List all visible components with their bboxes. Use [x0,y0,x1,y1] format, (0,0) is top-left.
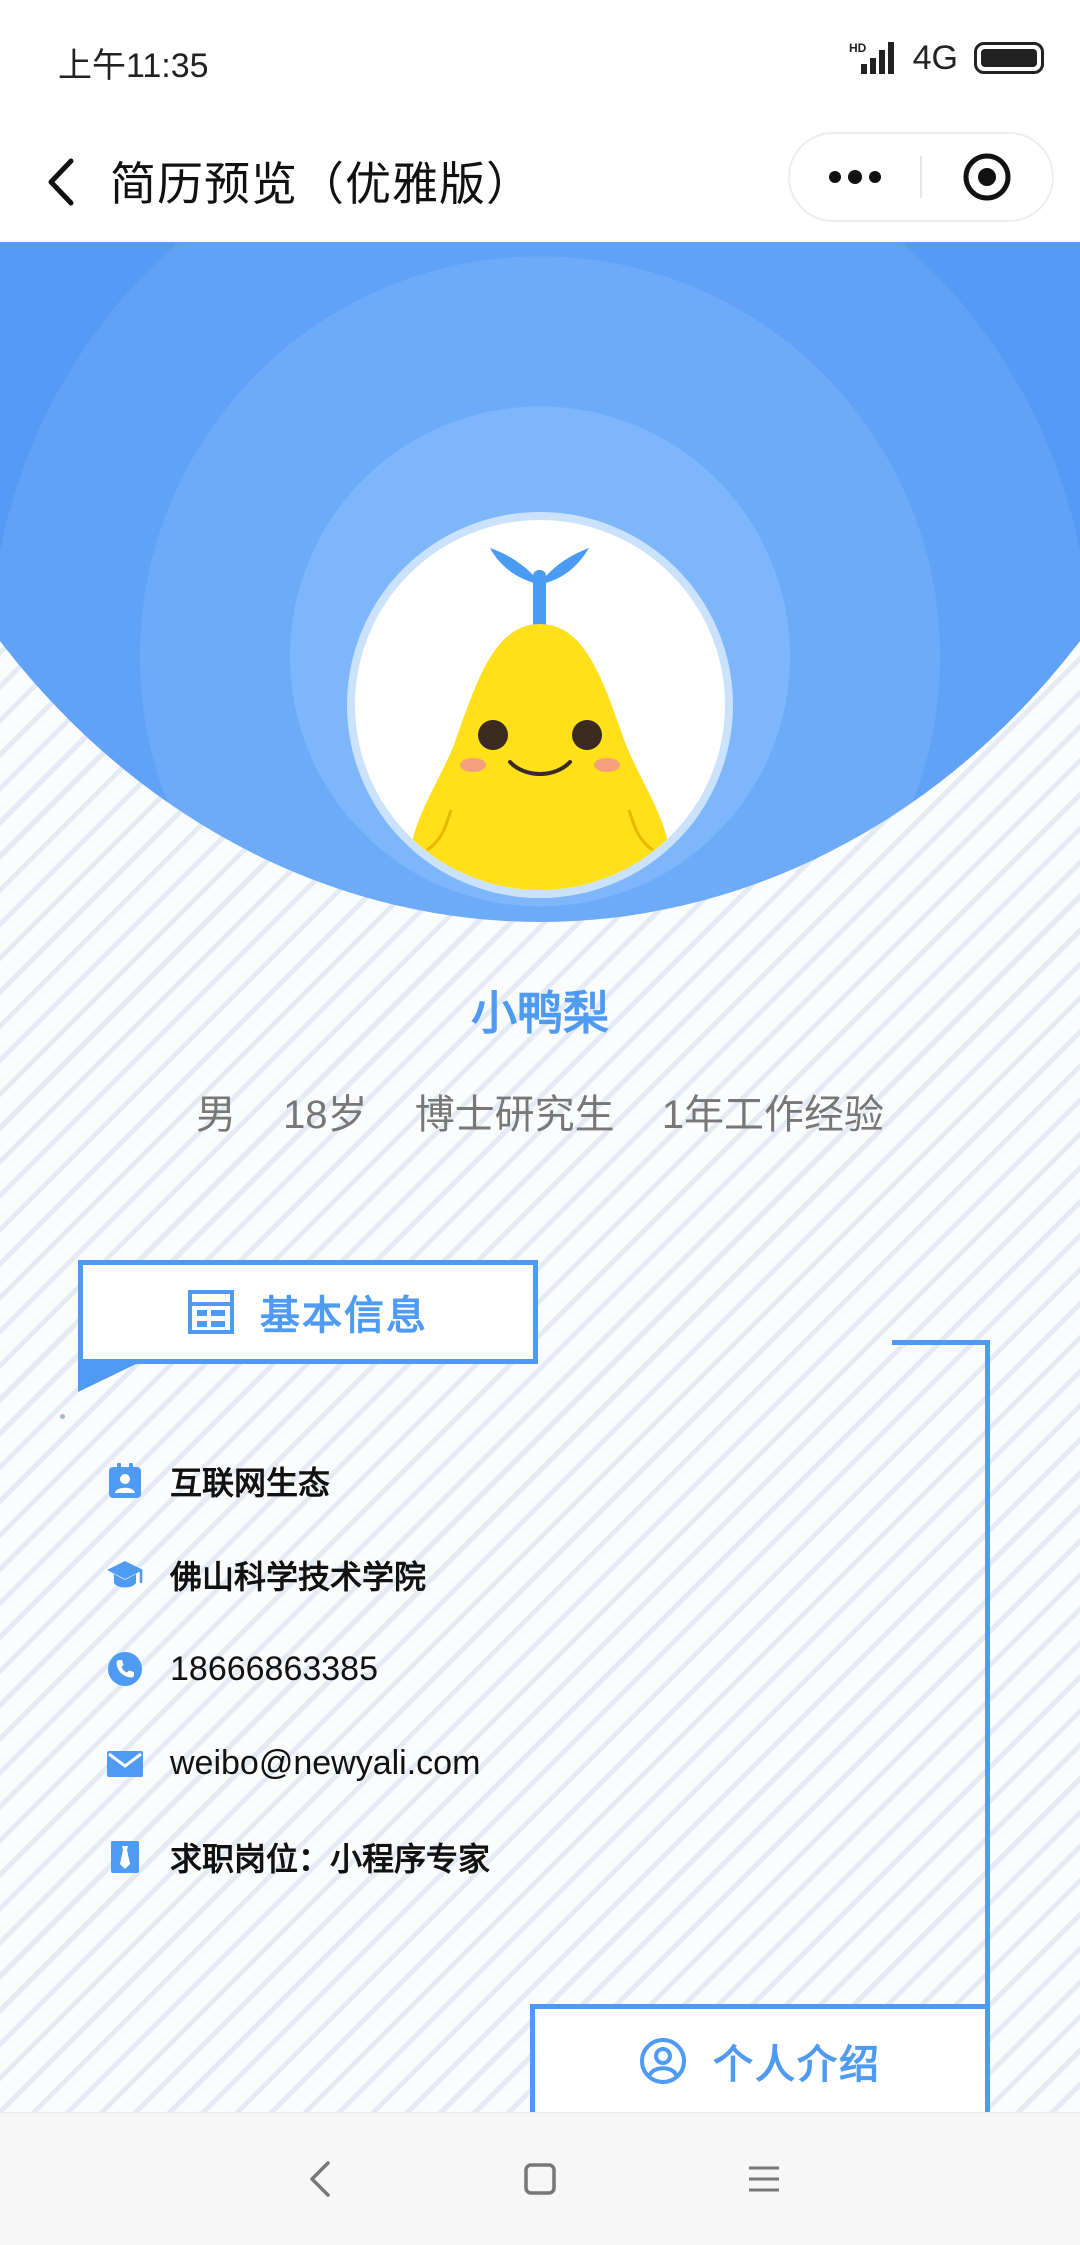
table-icon [188,1290,234,1334]
basic-info-title: 基本信息 [260,1294,428,1338]
info-phone[interactable]: 18666863385 [106,1622,490,1716]
school-text: 佛山科学技术学院 [170,1559,427,1595]
user-circle-icon [640,2037,686,2084]
mail-icon [106,1744,144,1782]
industry-text: 互联网生态 [170,1465,331,1501]
phone-text: 18666863385 [170,1649,379,1688]
system-nav-bar [0,2112,1080,2245]
tie-icon [106,1838,144,1876]
profile-name: 小鸭梨 [471,987,609,1039]
section-bracket-line [892,1340,990,2006]
battery-icon [974,42,1044,74]
info-school: 佛山科学技术学院 [106,1528,490,1622]
basic-info-header: 基本信息 [78,1260,538,1364]
chevron-left-icon [48,158,74,206]
page-title: 简历预览（优雅版） [110,158,533,210]
system-home-button[interactable] [510,2149,570,2209]
svg-text:HD: HD [849,41,867,55]
section-tab-tail [78,1364,136,1392]
resume-content[interactable]: 小鸭梨 男 18岁 博士研究生 1年工作经验 基本信息 互联网生态 佛山科学技术… [0,242,1080,2112]
status-bar: 上午11:35 HD 4G [0,0,1080,118]
position-text: 求职岗位：小程序专家 [170,1841,491,1877]
network-type: 4G [912,38,958,77]
back-triangle-icon [310,2161,330,2197]
signal-icon: HD [849,41,894,74]
age: 18岁 [283,1093,368,1137]
target-close-icon [963,153,1011,201]
work-experience: 1年工作经验 [661,1093,885,1137]
personal-intro-header: 个人介绍 [530,2004,990,2112]
decorative-dot [60,1414,65,1419]
gender: 男 [195,1093,236,1137]
basic-info-list: 互联网生态 佛山科学技术学院 18666863385 weibo@newyali… [106,1434,490,1904]
system-menu-button[interactable] [734,2149,794,2209]
more-dots-icon [829,170,881,184]
phone-icon [106,1650,144,1688]
system-back-button[interactable] [290,2149,350,2209]
email-text: weibo@newyali.com [170,1743,481,1782]
status-icons: HD 4G [849,36,1044,80]
pear-mascot-icon [409,548,671,890]
nav-bar: 简历预览（优雅版） [0,118,1080,242]
back-button[interactable] [30,152,90,212]
avatar [355,520,725,890]
graduation-cap-icon [106,1556,144,1594]
close-button[interactable] [922,134,1052,220]
home-square-icon [524,2163,556,2195]
education: 博士研究生 [414,1093,615,1137]
more-button[interactable] [790,134,920,220]
mini-program-capsule [788,132,1054,222]
menu-lines-icon [749,2166,779,2192]
info-email[interactable]: weibo@newyali.com [106,1716,490,1810]
info-industry: 互联网生态 [106,1434,490,1528]
id-badge-icon [106,1462,144,1500]
info-position: 求职岗位：小程序专家 [106,1810,490,1904]
personal-intro-title: 个人介绍 [713,2042,881,2087]
profile-meta: 男 18岁 博士研究生 1年工作经验 [0,1082,1080,1140]
status-time: 上午11:35 [58,47,209,85]
